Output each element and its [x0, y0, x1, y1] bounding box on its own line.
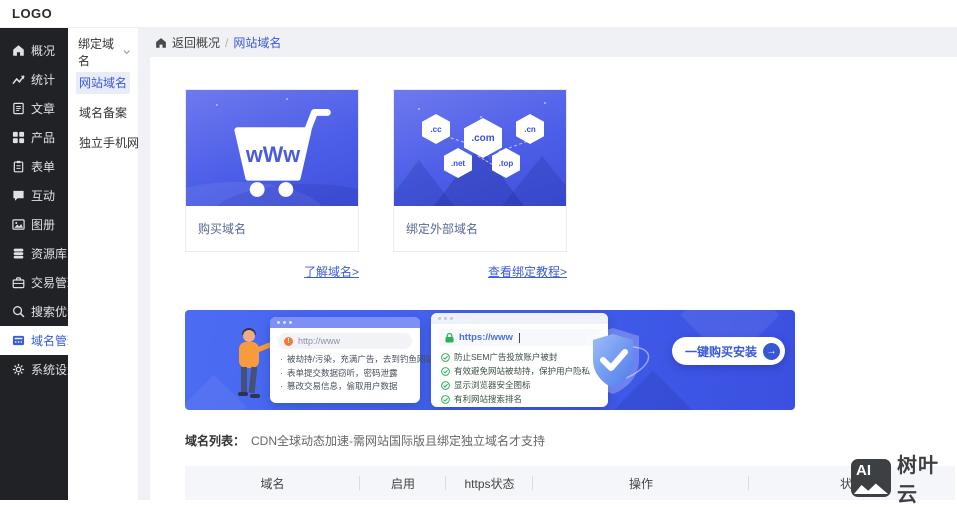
domain-list-note: 域名列表： CDN全球动态加速-需网站国际版且绑定独立域名才支持	[185, 432, 957, 449]
gear-icon	[12, 363, 25, 376]
home-icon	[155, 37, 167, 49]
hexagon-com: .com	[464, 118, 502, 158]
buy-domain-art: wWw	[186, 90, 358, 206]
https-benefit-item: 有利网站搜索排名	[454, 392, 522, 406]
check-circle-icon	[441, 353, 450, 362]
article-icon	[12, 102, 25, 115]
chat-icon	[12, 189, 25, 202]
watermark-brand: 树叶云	[897, 449, 957, 507]
buy-domain-card[interactable]: wWw 购买域名	[185, 89, 359, 252]
sidebar-item-overview[interactable]: 概况	[0, 36, 68, 65]
column-header-actions: 操作	[533, 466, 749, 500]
sidebar-item-forms[interactable]: 表单	[0, 152, 68, 181]
form-icon	[12, 160, 25, 173]
column-header-enabled: 启用	[360, 466, 446, 500]
sidebar-item-library[interactable]: 资源库	[0, 239, 68, 268]
person-illustration	[231, 330, 273, 408]
breadcrumb-back-link[interactable]: 返回概况	[172, 34, 220, 51]
domain-icon	[12, 334, 25, 347]
domain-list-label: 域名列表：	[185, 432, 245, 449]
breadcrumb-current: 网站域名	[233, 34, 281, 51]
mountain-shape	[854, 479, 888, 494]
subnav-item-website-domain[interactable]: 网站域名	[76, 72, 130, 94]
top-bar: LOGO	[0, 0, 957, 28]
cart-www-icon: wWw	[186, 90, 358, 206]
subnav-item-domain-filing[interactable]: 域名备案	[76, 102, 130, 124]
briefcase-icon	[12, 276, 25, 289]
bind-tutorial-link[interactable]: 查看绑定教程>	[393, 263, 567, 280]
sidebar-item-trade[interactable]: 交易管理	[0, 268, 68, 297]
sidebar-item-albums[interactable]: 图册	[0, 210, 68, 239]
image-icon	[12, 218, 25, 231]
arrow-right-icon: →	[763, 343, 780, 360]
bind-domain-art: .cc .com .cn .net .top	[394, 90, 566, 206]
column-header-https-status: https状态	[446, 466, 533, 500]
column-header-domain: 域名	[185, 466, 360, 500]
chevron-down-icon	[123, 48, 130, 56]
hexagon-cc: .cc	[422, 114, 450, 144]
https-benefit-item: 显示浏览器安全图标	[454, 378, 531, 392]
search-icon	[12, 305, 25, 318]
sidebar-item-articles[interactable]: 文章	[0, 94, 68, 123]
check-circle-icon	[441, 381, 450, 390]
warning-icon: !	[284, 337, 293, 346]
library-icon	[12, 247, 25, 260]
https-benefit-item: 防止SEM广告投放账户被封	[454, 350, 557, 364]
subnav-item-mobile-site[interactable]: 独立手机网站	[76, 132, 130, 154]
bind-domain-card[interactable]: .cc .com .cn .net .top 绑定外部域名	[393, 89, 567, 252]
domain-cards-row: wWw 购买域名 .cc .com .	[185, 89, 957, 252]
sidebar-item-products[interactable]: 产品	[0, 123, 68, 152]
learn-domain-link[interactable]: 了解域名>	[185, 263, 359, 280]
sidebar-item-domains[interactable]: 域名管理	[0, 326, 68, 355]
svg-text:wWw: wWw	[245, 142, 300, 167]
sub-sidebar: 绑定域名 网站域名 域名备案 独立手机网站	[68, 28, 138, 500]
content-area: 返回概况 / 网站域名 wWw	[138, 28, 957, 500]
bind-domain-title: 绑定外部域名	[394, 206, 566, 251]
sidebar-item-interaction[interactable]: 互动	[0, 181, 68, 210]
sidebar-item-settings[interactable]: 系统设置	[0, 355, 68, 384]
http-risk-item: 表单提交数据窃听，密码泄露	[287, 367, 398, 381]
https-benefit-item: 有效避免网站被劫持，保护用户隐私	[454, 364, 590, 378]
check-circle-icon	[441, 395, 450, 404]
domain-list-tip: CDN全球动态加速-需网站国际版且绑定独立域名才支持	[251, 432, 545, 449]
https-url-text: https://www	[459, 332, 513, 343]
main-panel: wWw 购买域名 .cc .com .	[150, 57, 957, 500]
http-browser-window: ! http://www ·被劫持/污染，充满广告，去到钓鱼网站 ·表单提交数据…	[270, 317, 420, 403]
one-click-buy-install-button[interactable]: 一键购买安装 →	[672, 337, 785, 365]
http-risk-item: 被劫持/污染，充满广告，去到钓鱼网站	[287, 353, 434, 367]
breadcrumb: 返回概况 / 网站域名	[138, 28, 957, 57]
breadcrumb-separator: /	[225, 36, 228, 50]
text-cursor	[519, 333, 520, 343]
product-grid-icon	[12, 131, 25, 144]
watermark: AI 树叶云	[851, 449, 957, 507]
subnav-group-bind-domain[interactable]: 绑定域名	[68, 40, 138, 64]
sidebar-item-seo[interactable]: 搜索优化	[0, 297, 68, 326]
http-url-text: http://www	[298, 336, 340, 346]
sidebar-item-stats[interactable]: 统计	[0, 65, 68, 94]
http-url-bar: ! http://www	[278, 333, 412, 349]
home-icon	[12, 44, 25, 57]
card-links-row: 了解域名> 查看绑定教程>	[185, 263, 957, 280]
http-risk-item: 篡改交易信息，偷取用户数据	[287, 380, 398, 394]
app-logo: LOGO	[12, 0, 52, 28]
main-sidebar: 概况 统计 文章 产品 表单 互动 图册 资源库 交易管理 搜索优化 域名管理	[0, 28, 68, 500]
stats-icon	[12, 73, 25, 86]
https-promo-banner[interactable]: ! http://www ·被劫持/污染，充满广告，去到钓鱼网站 ·表单提交数据…	[185, 310, 795, 410]
ai-image-icon: AI	[851, 459, 891, 497]
lock-icon	[445, 333, 454, 343]
domain-table-header: 域名 启用 https状态 操作 状态	[185, 466, 955, 500]
hexagon-cn: .cn	[516, 114, 544, 144]
buy-domain-title: 购买域名	[186, 206, 358, 251]
shield-check-icon	[573, 322, 653, 402]
check-circle-icon	[441, 367, 450, 376]
